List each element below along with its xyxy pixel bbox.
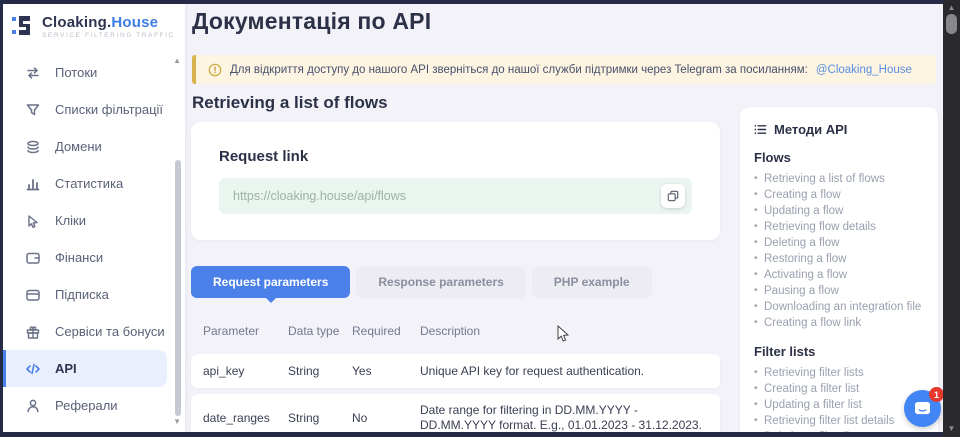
sidebar-item-label: Статистика (55, 176, 123, 191)
globe-icon (25, 139, 41, 155)
cell-data-type: String (288, 411, 352, 425)
method-link[interactable]: Creating a flow link (754, 315, 924, 331)
cell-required: Yes (352, 364, 420, 378)
page: Cloaking.House SERVICE FILTERING TRAFFIC… (3, 4, 943, 432)
sidebar-item-api[interactable]: API (3, 350, 167, 387)
sidebar-item-label: Підписка (55, 287, 109, 302)
sidebar-item-label: Сервіси та бонуси (55, 324, 165, 339)
sidebar-item-label: Фінанси (55, 250, 103, 265)
chat-widget-button[interactable]: 1 (904, 390, 941, 427)
bar-chart-icon (25, 176, 41, 192)
brand-accent: House (111, 14, 158, 31)
cell-required: No (352, 411, 420, 425)
gift-icon (25, 324, 41, 340)
tab-response-parameters[interactable]: Response parameters (356, 266, 525, 298)
method-link[interactable]: Retrieving flow details (754, 219, 924, 235)
logo-tagline: SERVICE FILTERING TRAFFIC (42, 32, 175, 39)
request-link-card: Request link https://cloaking.house/api/… (191, 122, 720, 240)
table-header-row: Parameter Data type Required Description (191, 310, 720, 352)
sidebar-item-label: Кліки (55, 213, 86, 228)
method-link[interactable]: Updating a flow (754, 203, 924, 219)
tab-php-example[interactable]: PHP example (532, 266, 652, 298)
chat-bubble-icon (914, 401, 931, 416)
sidebar-item-filter-lists[interactable]: Списки фільтрації (3, 91, 185, 128)
request-link-title: Request link (219, 148, 308, 165)
cursor-click-icon (25, 213, 41, 229)
sidebar-nav: Потоки Списки фільтрації Домени Статисти… (3, 54, 185, 424)
col-header-data-type: Data type (288, 324, 352, 338)
sidebar-item-domains[interactable]: Домени (3, 128, 185, 165)
cell-parameter: api_key (203, 364, 288, 378)
cell-description: Unique API key for request authenticatio… (420, 364, 720, 379)
method-link[interactable]: Downloading an integration file (754, 299, 924, 315)
logo-text: Cloaking.House SERVICE FILTERING TRAFFIC (42, 14, 175, 39)
section-title: Retrieving a list of flows (192, 93, 388, 113)
col-header-required: Required (352, 324, 420, 338)
telegram-link[interactable]: @Cloaking_House (816, 64, 912, 76)
sidebar-item-services[interactable]: Сервіси та бонуси (3, 313, 185, 350)
logo[interactable]: Cloaking.House SERVICE FILTERING TRAFFIC (11, 13, 175, 39)
sidebar-item-referrals[interactable]: Реферали (3, 387, 185, 424)
sidebar-item-label: Реферали (55, 398, 118, 413)
scrollbar-thumb[interactable] (946, 14, 957, 34)
code-icon (25, 361, 41, 377)
method-link[interactable]: Creating a filter list (754, 381, 924, 397)
browser-scrollbar[interactable]: ▲ ▼ (943, 0, 960, 437)
chat-notification-badge: 1 (929, 387, 943, 402)
sidebar-item-flows[interactable]: Потоки (3, 54, 185, 91)
sidebar-item-subscription[interactable]: Підписка (3, 276, 185, 313)
parameter-tabs: Request parameters Response parameters P… (191, 266, 652, 298)
wallet-icon (25, 250, 41, 266)
method-link[interactable]: Creating a flow (754, 187, 924, 203)
method-link[interactable]: Pausing a flow (754, 283, 924, 299)
method-link[interactable]: Retrieving filter lists (754, 365, 924, 381)
tab-request-parameters[interactable]: Request parameters (191, 266, 350, 298)
logo-icon (11, 13, 35, 39)
sidebar-item-label: Списки фільтрації (55, 102, 163, 117)
page-title: Документація по API (192, 8, 431, 35)
list-icon (754, 123, 767, 136)
sidebar-item-label: API (55, 361, 77, 376)
cell-description: Date range for filtering in DD.MM.YYYY -… (420, 403, 720, 432)
table-row[interactable]: date_ranges String No Date range for fil… (191, 394, 720, 432)
copy-url-button[interactable] (661, 184, 685, 208)
request-url-box: https://cloaking.house/api/flows (219, 178, 692, 214)
method-link[interactable]: Retrieving filter list details (754, 413, 924, 429)
request-url: https://cloaking.house/api/flows (233, 189, 406, 203)
method-link[interactable]: Updating a filter list (754, 397, 924, 413)
banner-text: Для відкриття доступу до нашого API звер… (230, 64, 808, 76)
sidebar-item-clicks[interactable]: Кліки (3, 202, 185, 239)
sidebar: Cloaking.House SERVICE FILTERING TRAFFIC… (3, 4, 185, 432)
scroll-up-icon[interactable]: ▲ (943, 3, 960, 13)
main-content: Документація по API Для відкриття доступ… (185, 4, 943, 432)
filter-icon (25, 102, 41, 118)
info-banner: Для відкриття доступу до нашого API звер… (192, 55, 936, 84)
method-link[interactable]: Activating a flow (754, 267, 924, 283)
api-methods-panel: Методи API Flows Retrieving a list of fl… (740, 107, 938, 432)
method-link[interactable]: Deleting a flow (754, 235, 924, 251)
col-header-description: Description (420, 324, 720, 338)
method-link[interactable]: Deleting a filter list (754, 429, 924, 432)
card-icon (25, 287, 41, 303)
methods-group-flows: Flows (754, 150, 924, 165)
brand-primary: Cloaking. (42, 14, 111, 31)
cell-data-type: String (288, 364, 352, 378)
scroll-down-icon[interactable]: ▼ (943, 424, 960, 434)
sidebar-item-statistics[interactable]: Статистика (3, 165, 185, 202)
method-link[interactable]: Retrieving a list of flows (754, 171, 924, 187)
sidebar-item-label: Потоки (55, 65, 97, 80)
sidebar-item-finance[interactable]: Фінанси (3, 239, 185, 276)
sidebar-item-label: Домени (55, 139, 102, 154)
cell-parameter: date_ranges (203, 411, 288, 425)
col-header-parameter: Parameter (203, 324, 288, 338)
copy-icon (667, 190, 679, 202)
api-methods-header: Методи API (754, 122, 924, 137)
methods-group-filter-lists: Filter lists (754, 344, 924, 359)
flows-icon (25, 65, 41, 81)
api-methods-title: Методи API (774, 122, 847, 137)
table-row[interactable]: api_key String Yes Unique API key for re… (191, 354, 720, 388)
person-icon (25, 398, 41, 414)
method-link[interactable]: Restoring a flow (754, 251, 924, 267)
info-icon (208, 63, 222, 77)
